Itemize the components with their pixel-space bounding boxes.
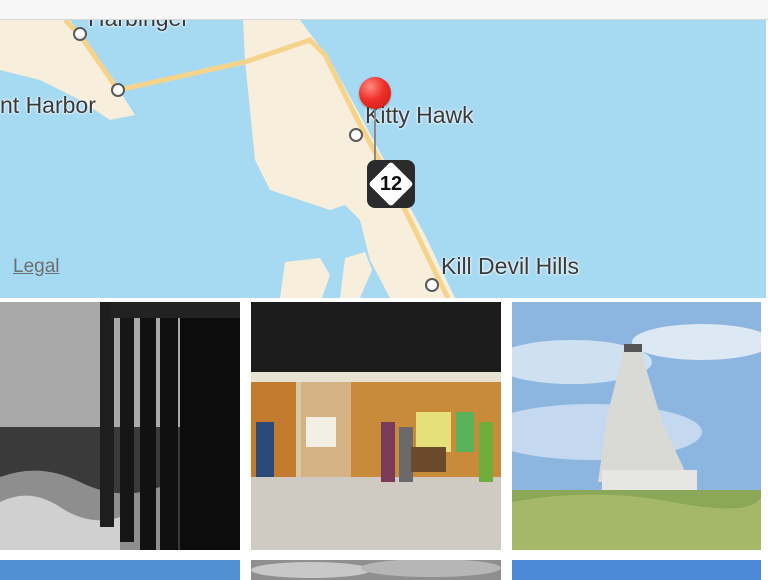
route-shield-icon: 12 [367, 160, 415, 208]
town-dot [73, 27, 87, 41]
town-dot [111, 83, 125, 97]
place-label-harbinger: Harbinger [88, 20, 189, 32]
sky-image [0, 560, 240, 580]
monument-photo[interactable] [512, 302, 761, 550]
pier-ocean-image [0, 302, 240, 550]
town-dot [349, 128, 363, 142]
map-view[interactable]: Harbinger nt Harbor Kitty Hawk Kill Devi… [0, 20, 766, 298]
route-number: 12 [379, 173, 403, 195]
barrier-island-land [243, 20, 455, 298]
legal-link[interactable]: Legal [13, 256, 60, 278]
map-pin-icon[interactable] [359, 77, 391, 109]
place-label-kill-devil-hills: Kill Devil Hills [441, 253, 580, 279]
museum-interior-image [251, 302, 501, 550]
place-label-harbor: nt Harbor [0, 92, 96, 118]
island-land [280, 258, 330, 298]
map-pin-stem [374, 106, 376, 166]
monument-image [512, 302, 761, 550]
blue-sky-image [512, 560, 761, 580]
cloudy-sky-photo[interactable] [251, 560, 501, 580]
cloudy-sky-image [251, 560, 501, 580]
pier-ocean-photo[interactable] [0, 302, 240, 550]
top-bar [0, 0, 768, 20]
town-dot [425, 278, 439, 292]
sky-photo[interactable] [0, 560, 240, 580]
blue-sky-photo[interactable] [512, 560, 761, 580]
island-land [340, 252, 372, 298]
map-terrain [0, 20, 455, 298]
museum-interior-photo[interactable] [251, 302, 501, 550]
